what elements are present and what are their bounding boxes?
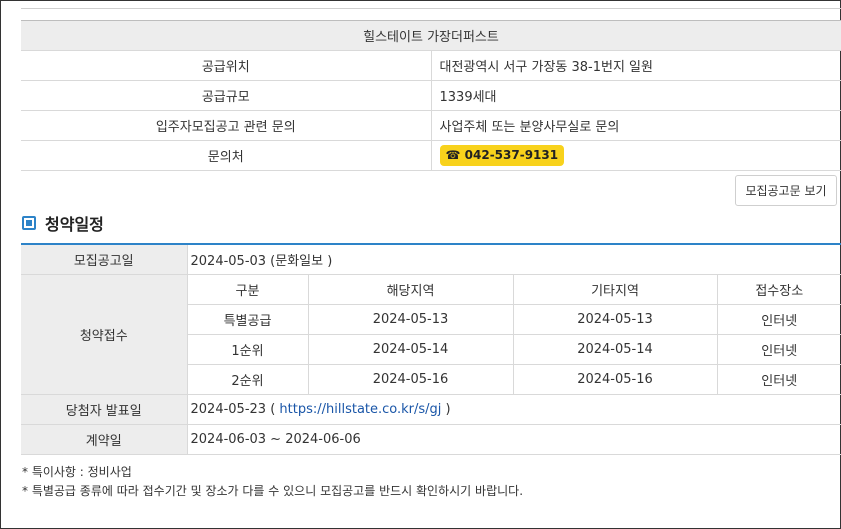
complex-name: 힐스테이트 가장더퍼스트 [21, 20, 841, 51]
info-label: 공급위치 [21, 50, 432, 81]
schedule-label: 청약접수 [21, 274, 188, 395]
table-cell: 2024-05-16 [512, 364, 717, 395]
info-header-row: 힐스테이트 가장더퍼스트 [21, 20, 841, 51]
schedule-label: 계약일 [21, 424, 188, 455]
table-cell: 인터넷 [716, 304, 841, 335]
section-heading: 청약일정 [22, 212, 104, 234]
info-value: ☎ 042-537-9131 [431, 140, 841, 171]
note-line: * 특이사항 : 정비사업 [22, 465, 132, 479]
phone-icon: ☎ [445, 148, 461, 162]
info-label: 문의처 [21, 140, 432, 171]
column-header: 접수장소 [716, 274, 841, 305]
table-cell: 특별공급 [187, 304, 308, 335]
table-cell: 1순위 [187, 334, 308, 365]
table-cell: 2024-05-14 [307, 334, 513, 365]
table-cell: 2024-05-13 [307, 304, 513, 335]
table-cell: 2024-05-14 [512, 334, 717, 365]
section-title: 청약일정 [45, 215, 104, 234]
table-cell: 2024-05-16 [307, 364, 513, 395]
view-notice-button[interactable]: 모집공고문 보기 [735, 175, 837, 206]
table-cell: 2순위 [187, 364, 308, 395]
note-line: * 특별공급 종류에 따라 접수기간 및 장소가 다를 수 있으니 모집공고를 … [22, 484, 524, 498]
table-cell: 인터넷 [716, 364, 841, 395]
paren-close: ) [441, 402, 451, 417]
schedule-column-header: 청약접수 구분 해당지역 기타지역 접수장소 [21, 274, 841, 395]
top-divider [21, 8, 841, 9]
schedule-row-winner: 당첨자 발표일 2024-05-23 ( https://hillstate.c… [21, 394, 841, 425]
announce-date: 2024-05-03 (문화일보 ) [187, 244, 841, 275]
column-header: 해당지역 [307, 274, 513, 305]
winner-date: 2024-05-23 [190, 402, 267, 417]
complex-info-table: 힐스테이트 가장더퍼스트 공급위치 대전광역시 서구 가장동 38-1번지 일원… [21, 20, 841, 171]
info-label: 공급규모 [21, 80, 432, 111]
info-value: 대전광역시 서구 가장동 38-1번지 일원 [431, 50, 841, 81]
info-row-inquiry: 입주자모집공고 관련 문의 사업주체 또는 분양사무실로 문의 [21, 110, 841, 141]
schedule-label: 모집공고일 [21, 244, 188, 275]
schedule-table: 모집공고일 2024-05-03 (문화일보 ) 청약접수 구분 해당지역 기타… [21, 243, 841, 455]
table-cell: 2024-05-13 [512, 304, 717, 335]
column-header: 구분 [187, 274, 308, 305]
info-value: 1339세대 [431, 80, 841, 111]
winner-info: 2024-05-23 ( https://hillstate.co.kr/s/g… [187, 394, 841, 425]
contract-date: 2024-06-03 ~ 2024-06-06 [187, 424, 841, 455]
column-header: 기타지역 [512, 274, 717, 305]
winner-link[interactable]: https://hillstate.co.kr/s/gj [279, 402, 441, 417]
schedule-row-contract: 계약일 2024-06-03 ~ 2024-06-06 [21, 424, 841, 455]
phone-number: 042-537-9131 [464, 148, 559, 162]
info-value: 사업주체 또는 분양사무실로 문의 [431, 110, 841, 141]
info-row-contact: 문의처 ☎ 042-537-9131 [21, 140, 841, 171]
table-cell: 인터넷 [716, 334, 841, 365]
paren-open: ( [266, 402, 280, 417]
square-bullet-icon [22, 216, 36, 230]
phone-badge[interactable]: ☎ 042-537-9131 [439, 145, 565, 166]
schedule-label: 당첨자 발표일 [21, 394, 188, 425]
info-row-scale: 공급규모 1339세대 [21, 80, 841, 111]
notes: * 특이사항 : 정비사업 * 특별공급 종류에 따라 접수기간 및 장소가 다… [22, 463, 523, 501]
info-row-location: 공급위치 대전광역시 서구 가장동 38-1번지 일원 [21, 50, 841, 81]
info-label: 입주자모집공고 관련 문의 [21, 110, 432, 141]
schedule-row-announce: 모집공고일 2024-05-03 (문화일보 ) [21, 244, 841, 275]
